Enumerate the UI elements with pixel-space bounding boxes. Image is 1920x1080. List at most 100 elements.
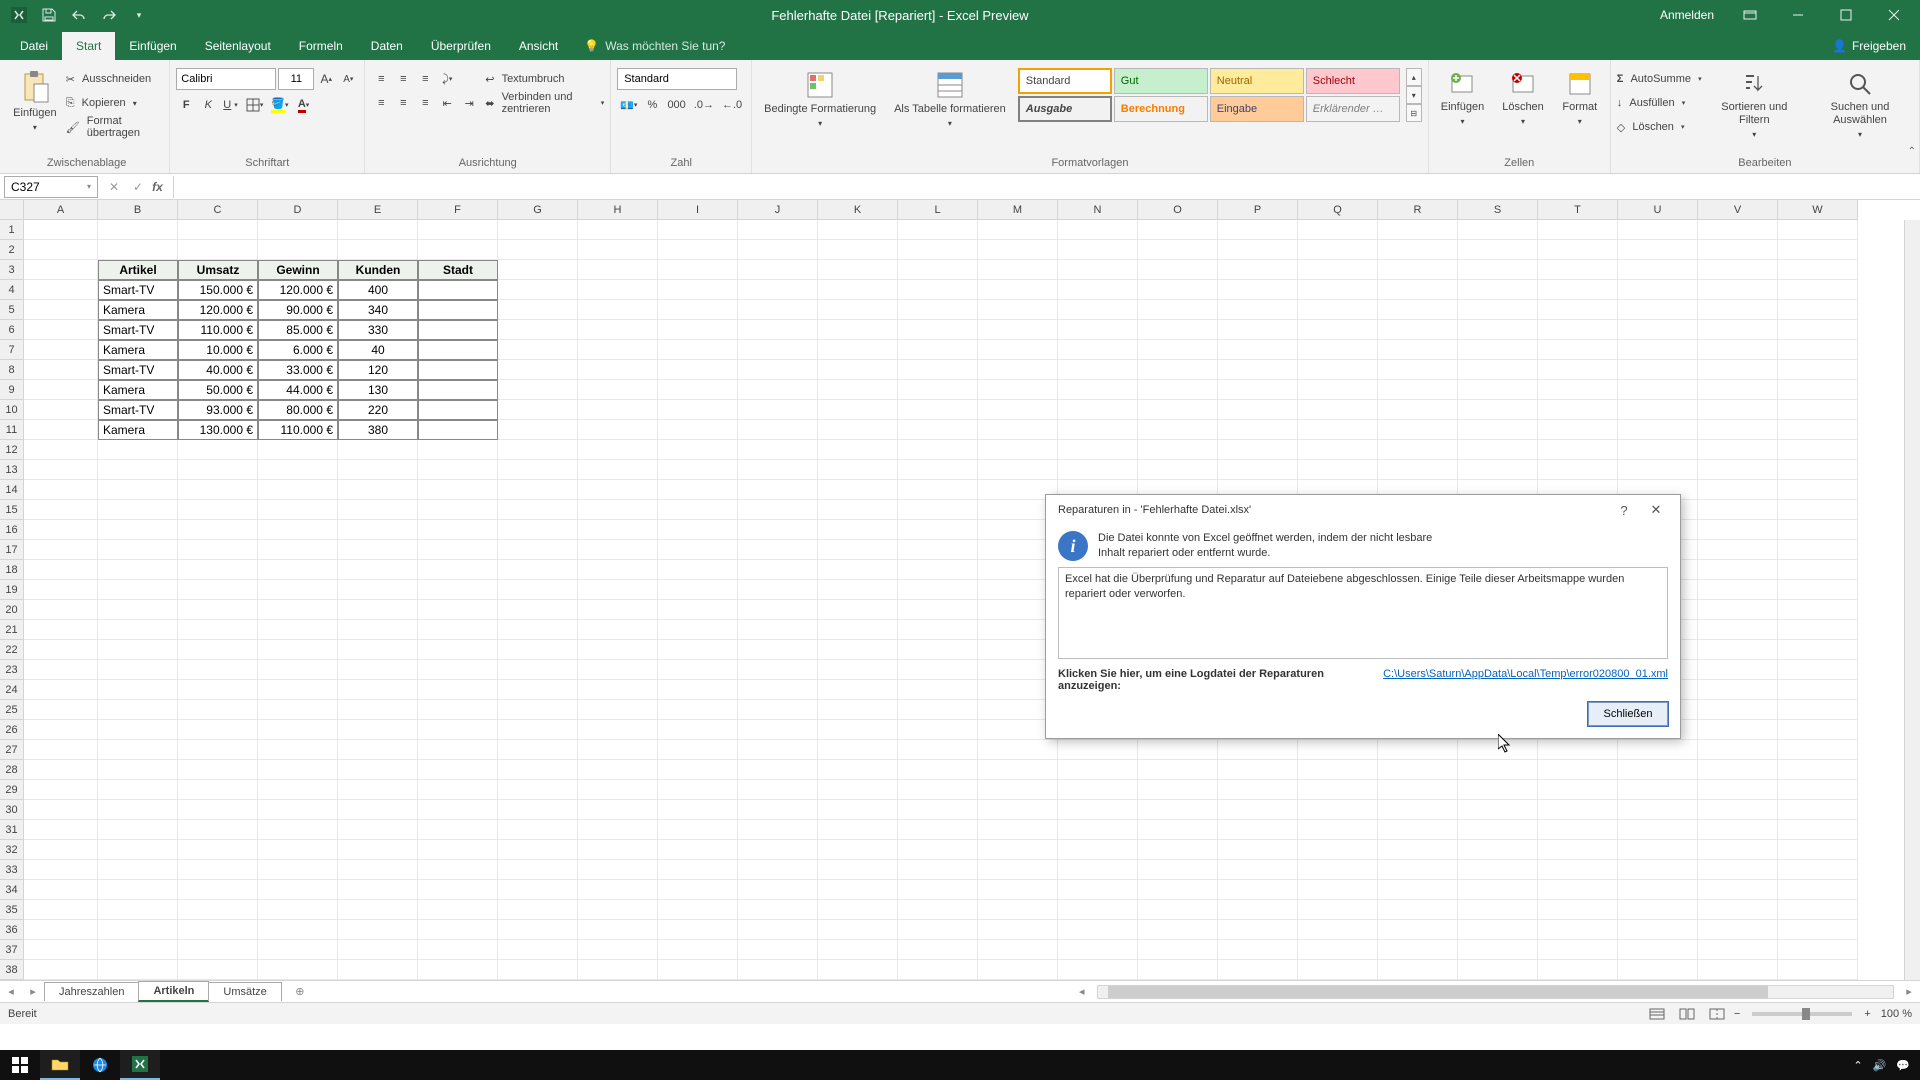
format-cells-button[interactable]: Format▾ bbox=[1556, 68, 1604, 128]
insert-function-icon[interactable]: fx bbox=[150, 176, 174, 198]
percent-icon[interactable]: % bbox=[642, 95, 662, 115]
dialog-close-button[interactable]: Schließen bbox=[1588, 702, 1668, 726]
table-cell[interactable]: 40 bbox=[338, 340, 418, 360]
sort-filter-button[interactable]: Sortieren und Filtern▾ bbox=[1708, 68, 1801, 141]
table-header[interactable]: Gewinn bbox=[258, 260, 338, 280]
dialog-details[interactable] bbox=[1058, 567, 1668, 659]
table-header[interactable]: Stadt bbox=[418, 260, 498, 280]
table-cell[interactable]: 110.000 € bbox=[258, 420, 338, 440]
table-cell[interactable]: 150.000 € bbox=[178, 280, 258, 300]
increase-indent-icon[interactable]: ⇥ bbox=[459, 93, 479, 113]
conditional-formatting-button[interactable]: Bedingte Formatierung▾ bbox=[758, 68, 882, 130]
task-explorer[interactable] bbox=[40, 1050, 80, 1080]
tray-notifications-icon[interactable]: 💬 bbox=[1896, 1059, 1910, 1072]
table-cell[interactable] bbox=[418, 360, 498, 380]
style-ausgabe[interactable]: Ausgabe bbox=[1018, 96, 1112, 122]
row-header-37[interactable]: 37 bbox=[0, 940, 24, 960]
row-header-27[interactable]: 27 bbox=[0, 740, 24, 760]
col-header-T[interactable]: T bbox=[1538, 200, 1618, 220]
share-button[interactable]: 👤 Freigeben bbox=[1818, 32, 1920, 60]
bold-button[interactable]: F bbox=[176, 95, 196, 115]
table-cell[interactable]: 93.000 € bbox=[178, 400, 258, 420]
table-cell[interactable]: Kamera bbox=[98, 380, 178, 400]
gallery-more-icon[interactable]: ⊟ bbox=[1406, 104, 1422, 122]
cut-button[interactable]: ✂ Ausschneiden bbox=[66, 68, 164, 90]
row-header-34[interactable]: 34 bbox=[0, 880, 24, 900]
col-header-R[interactable]: R bbox=[1378, 200, 1458, 220]
col-header-A[interactable]: A bbox=[24, 200, 98, 220]
table-cell[interactable]: 85.000 € bbox=[258, 320, 338, 340]
fill-color-button[interactable]: 🪣▾ bbox=[268, 95, 291, 115]
dialog-help-icon[interactable]: ? bbox=[1612, 500, 1636, 520]
paste-button[interactable]: Einfügen ▾ bbox=[10, 68, 60, 134]
row-header-17[interactable]: 17 bbox=[0, 540, 24, 560]
tray-volume-icon[interactable]: 🔊 bbox=[1873, 1059, 1887, 1072]
view-pagelayout-icon[interactable] bbox=[1674, 1005, 1700, 1023]
table-cell[interactable]: 380 bbox=[338, 420, 418, 440]
border-button[interactable]: ▾ bbox=[243, 95, 267, 115]
dialog-loglink[interactable]: C:\Users\Saturn\AppData\Local\Temp\error… bbox=[1383, 668, 1668, 680]
maximize-icon[interactable] bbox=[1824, 0, 1868, 30]
col-header-K[interactable]: K bbox=[818, 200, 898, 220]
table-cell[interactable] bbox=[418, 400, 498, 420]
name-box[interactable]: C327 ▾ bbox=[4, 176, 98, 198]
table-cell[interactable]: 130.000 € bbox=[178, 420, 258, 440]
tab-file[interactable]: Datei bbox=[6, 32, 62, 60]
col-header-I[interactable]: I bbox=[658, 200, 738, 220]
row-header-14[interactable]: 14 bbox=[0, 480, 24, 500]
tab-formulas[interactable]: Formeln bbox=[285, 32, 357, 60]
orientation-icon[interactable]: ⤸▾ bbox=[437, 69, 457, 89]
ribbon-display-icon[interactable] bbox=[1728, 0, 1772, 30]
horizontal-scrollbar[interactable] bbox=[1097, 985, 1894, 999]
align-top-icon[interactable]: ≡ bbox=[371, 69, 391, 89]
row-header-32[interactable]: 32 bbox=[0, 840, 24, 860]
decrease-font-icon[interactable]: A▾ bbox=[338, 69, 358, 89]
sheet-tab-artikeln[interactable]: Artikeln bbox=[138, 981, 209, 1002]
zoom-level[interactable]: 100 % bbox=[1881, 1008, 1912, 1020]
row-header-20[interactable]: 20 bbox=[0, 600, 24, 620]
table-cell[interactable]: 44.000 € bbox=[258, 380, 338, 400]
style-neutral[interactable]: Neutral bbox=[1210, 68, 1304, 94]
row-header-31[interactable]: 31 bbox=[0, 820, 24, 840]
view-pagebreak-icon[interactable] bbox=[1704, 1005, 1730, 1023]
col-header-G[interactable]: G bbox=[498, 200, 578, 220]
align-right-icon[interactable]: ≡ bbox=[415, 93, 435, 113]
table-cell[interactable] bbox=[418, 320, 498, 340]
align-center-icon[interactable]: ≡ bbox=[393, 93, 413, 113]
row-header-21[interactable]: 21 bbox=[0, 620, 24, 640]
style-eingabe[interactable]: Eingabe bbox=[1210, 96, 1304, 122]
col-header-E[interactable]: E bbox=[338, 200, 418, 220]
row-header-12[interactable]: 12 bbox=[0, 440, 24, 460]
table-cell[interactable]: 120.000 € bbox=[178, 300, 258, 320]
gallery-down-icon[interactable]: ▾ bbox=[1406, 86, 1422, 104]
row-header-29[interactable]: 29 bbox=[0, 780, 24, 800]
row-header-9[interactable]: 9 bbox=[0, 380, 24, 400]
col-header-M[interactable]: M bbox=[978, 200, 1058, 220]
hscroll-left-icon[interactable]: ◂ bbox=[1071, 982, 1093, 1002]
cancel-formula-icon[interactable]: ✕ bbox=[102, 176, 126, 198]
row-header-5[interactable]: 5 bbox=[0, 300, 24, 320]
row-header-7[interactable]: 7 bbox=[0, 340, 24, 360]
vertical-scrollbar[interactable] bbox=[1904, 220, 1920, 980]
tab-data[interactable]: Daten bbox=[357, 32, 417, 60]
clear-button[interactable]: ◇ Löschen ▾ bbox=[1617, 116, 1702, 138]
row-header-30[interactable]: 30 bbox=[0, 800, 24, 820]
tab-start[interactable]: Start bbox=[62, 32, 115, 60]
task-browser[interactable] bbox=[80, 1050, 120, 1080]
tab-review[interactable]: Überprüfen bbox=[417, 32, 505, 60]
row-header-8[interactable]: 8 bbox=[0, 360, 24, 380]
row-header-22[interactable]: 22 bbox=[0, 640, 24, 660]
zoom-slider[interactable] bbox=[1752, 1012, 1852, 1016]
table-cell[interactable]: 50.000 € bbox=[178, 380, 258, 400]
table-cell[interactable] bbox=[418, 380, 498, 400]
style-standard[interactable]: Standard bbox=[1018, 68, 1112, 94]
tab-view[interactable]: Ansicht bbox=[505, 32, 572, 60]
table-cell[interactable]: 10.000 € bbox=[178, 340, 258, 360]
table-cell[interactable]: Kamera bbox=[98, 300, 178, 320]
row-header-6[interactable]: 6 bbox=[0, 320, 24, 340]
close-icon[interactable] bbox=[1872, 0, 1916, 30]
undo-icon[interactable] bbox=[68, 4, 90, 26]
align-bottom-icon[interactable]: ≡ bbox=[415, 69, 435, 89]
col-header-C[interactable]: C bbox=[178, 200, 258, 220]
row-header-3[interactable]: 3 bbox=[0, 260, 24, 280]
